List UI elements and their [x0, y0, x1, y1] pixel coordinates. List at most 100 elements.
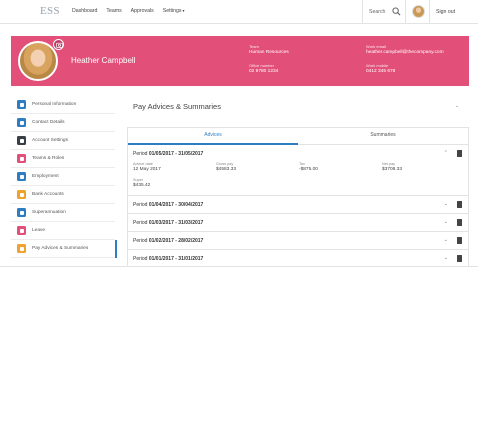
period-range: 01/03/2017 - 31/03/2017 [148, 220, 204, 226]
period-title: Period 01/02/2017 - 28/02/2017 [133, 238, 203, 244]
period-title: Period 01/05/2017 - 31/05/2017 [133, 151, 203, 157]
sidebar-item-label: Teams & Roles [32, 156, 65, 161]
divider [362, 0, 363, 24]
gross-pay-label: Gross pay [216, 162, 234, 166]
plane-icon [17, 226, 26, 235]
tab-summaries[interactable]: Summaries [298, 128, 468, 145]
top-navigation-bar: ESS Dashboard Teams Approvals Settings▾ … [0, 0, 478, 24]
period-row[interactable]: Period 01/04/2017 - 30/04/2017 ⌄ [128, 196, 468, 214]
office-number-value: 02 9780 1234 [249, 69, 279, 74]
gross-pay-value: $4583.33 [216, 167, 237, 172]
viewport-bottom-divider [0, 266, 478, 267]
sidebar-item-label: Contact Details [32, 120, 65, 125]
sidebar-item-label: Pay Advices & Summaries [32, 246, 89, 251]
team-label: Team [249, 44, 259, 49]
chevron-down-icon: ▾ [182, 8, 185, 13]
sidebar-item-label: Personal Information [32, 102, 77, 107]
sidebar-item-employment[interactable]: Employment [11, 168, 115, 186]
period-prefix: Period [133, 256, 148, 262]
search-label[interactable]: Search [369, 9, 385, 15]
phone-icon [17, 118, 26, 127]
profile-name: Heather Campbell [71, 56, 136, 65]
app-logo[interactable]: ESS [40, 5, 60, 17]
period-prefix: Period [133, 151, 148, 157]
super-label: Super [133, 178, 144, 182]
sidebar-item-account-settings[interactable]: Account Settings [11, 132, 115, 150]
change-photo-button[interactable] [53, 39, 64, 50]
divider [429, 0, 430, 24]
page-title: Pay Advices & Summaries [133, 102, 221, 111]
divider [405, 0, 406, 24]
period-row[interactable]: Period 01/03/2017 - 31/03/2017 ⌄ [128, 214, 468, 232]
period-prefix: Period [133, 238, 148, 244]
sidebar-item-superannuation[interactable]: Superannuation [11, 204, 115, 222]
advice-date-value: 12 May 2017 [133, 167, 161, 172]
nav-teams[interactable]: Teams [106, 8, 121, 14]
nav-settings[interactable]: Settings▾ [163, 8, 185, 14]
tab-bar: Advices Summaries [128, 128, 468, 145]
sidebar-item-leave[interactable]: Leave [11, 222, 115, 240]
sign-out-link[interactable]: Sign out [436, 9, 455, 15]
pdf-download-icon[interactable] [457, 237, 462, 244]
advice-date-label: Advice date [133, 162, 153, 166]
work-mobile-label: Work mobile [366, 63, 389, 68]
avatar[interactable] [412, 5, 425, 18]
net-pay-value: $3708.33 [382, 167, 403, 172]
period-title: Period 01/03/2017 - 31/03/2017 [133, 220, 203, 226]
period-row-expanded[interactable]: Period 01/05/2017 - 31/05/2017 ⌃ Advice … [128, 145, 468, 196]
bank-icon [17, 190, 26, 199]
period-prefix: Period [133, 220, 148, 226]
pdf-download-icon[interactable] [457, 150, 462, 157]
chevron-down-icon[interactable]: ⌄ [444, 219, 448, 225]
tab-advices[interactable]: Advices [128, 128, 298, 145]
profile-photo [18, 41, 58, 81]
money-icon [17, 244, 26, 253]
pdf-download-icon[interactable] [457, 255, 462, 262]
sidebar-item-label: Bank Accounts [32, 192, 64, 197]
period-range: 01/04/2017 - 30/04/2017 [148, 202, 204, 208]
sidebar-item-label: Employment [32, 174, 59, 179]
team-value: Human Resources [249, 50, 289, 55]
tax-label: Tax [299, 162, 305, 166]
tax-value: -$875.00 [299, 167, 318, 172]
chevron-down-icon[interactable]: ⌄ [455, 103, 459, 109]
period-range: 01/01/2017 - 31/01/2017 [148, 256, 204, 262]
sidebar-item-pay-advices[interactable]: Pay Advices & Summaries [11, 240, 117, 258]
sidebar-item-contact-details[interactable]: Contact Details [11, 114, 115, 132]
period-title: Period 01/04/2017 - 30/04/2017 [133, 202, 203, 208]
chevron-down-icon[interactable]: ⌄ [444, 237, 448, 243]
work-email-value[interactable]: heather.campbell@thecompany.com [366, 50, 444, 55]
period-prefix: Period [133, 202, 148, 208]
pdf-download-icon[interactable] [457, 219, 462, 226]
chevron-down-icon[interactable]: ⌄ [444, 201, 448, 207]
wrench-icon [17, 136, 26, 145]
net-pay-label: Net pay [382, 162, 396, 166]
super-value: $435.42 [133, 183, 151, 188]
profile-banner: Heather Campbell Team Human Resources Of… [11, 36, 469, 86]
nav-settings-label: Settings [162, 8, 182, 14]
nav-approvals[interactable]: Approvals [131, 8, 154, 14]
chevron-up-icon[interactable]: ⌃ [444, 150, 448, 156]
sidebar-item-personal-information[interactable]: Personal Information [11, 96, 115, 114]
pdf-download-icon[interactable] [457, 201, 462, 208]
chevron-down-icon[interactable]: ⌄ [444, 255, 448, 261]
sidebar-item-teams-roles[interactable]: Teams & Roles [11, 150, 115, 168]
search-icon[interactable] [392, 7, 401, 16]
pay-advices-card: Advices Summaries Period 01/05/2017 - 31… [127, 127, 469, 267]
work-mobile-value: 0412 345 678 [366, 69, 396, 74]
briefcase-icon [17, 172, 26, 181]
period-title: Period 01/01/2017 - 31/01/2017 [133, 256, 203, 262]
office-number-label: Office number [249, 63, 275, 68]
period-row[interactable]: Period 01/02/2017 - 28/02/2017 ⌄ [128, 232, 468, 250]
period-range: 01/05/2017 - 31/05/2017 [148, 151, 204, 157]
piggy-bank-icon [17, 208, 26, 217]
period-range: 01/02/2017 - 28/02/2017 [148, 238, 204, 244]
nav-dashboard[interactable]: Dashboard [72, 8, 97, 14]
sidebar-item-bank-accounts[interactable]: Bank Accounts [11, 186, 115, 204]
sidebar-item-label: Leave [32, 228, 46, 233]
team-icon [17, 154, 26, 163]
work-email-label: Work email [366, 44, 386, 49]
camera-icon [55, 42, 63, 48]
person-icon [17, 100, 26, 109]
sidebar-item-label: Account Settings [32, 138, 68, 143]
